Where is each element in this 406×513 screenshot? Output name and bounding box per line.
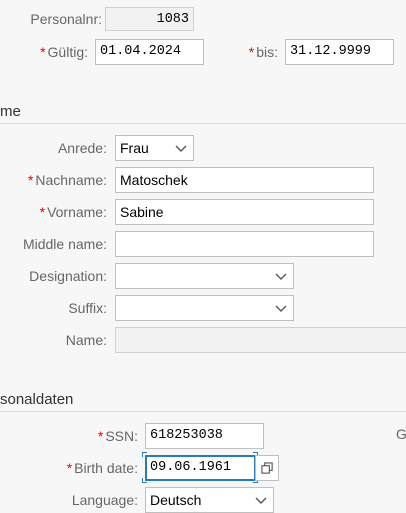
section-divider <box>0 411 406 412</box>
required-marker: * <box>97 428 104 444</box>
first-name-label: * Vorname: <box>39 204 107 220</box>
last-name-input[interactable]: Matoschek <box>115 167 374 193</box>
valid-from-label: * Gültig: <box>40 44 88 60</box>
chevron-down-icon <box>255 497 267 504</box>
section-title-personal-data: sonaldaten <box>0 391 74 408</box>
last-name-label: * Nachname: <box>27 172 107 188</box>
right-column-label: G <box>396 426 406 442</box>
salutation-value: Frau <box>120 140 149 156</box>
full-name-field <box>115 327 406 353</box>
section-divider <box>0 123 406 124</box>
ssn-input[interactable]: 618253038 <box>145 423 264 449</box>
middle-name-label: Middle name: <box>22 236 107 252</box>
personalnr-field: 1083 <box>105 7 194 31</box>
required-marker: * <box>40 44 46 60</box>
value-help-icon <box>261 462 273 474</box>
birth-date-input[interactable]: 09.06.1961 <box>145 455 256 481</box>
language-select[interactable]: Deutsch <box>145 487 274 513</box>
language-label: Language: <box>71 492 138 508</box>
required-marker: * <box>27 172 34 188</box>
ssn-label: * SSN: <box>97 428 138 444</box>
language-value: Deutsch <box>150 492 202 508</box>
valid-to-label: * bis: <box>248 44 278 60</box>
salutation-select[interactable]: Frau <box>115 135 194 161</box>
chevron-down-icon <box>275 273 287 280</box>
suffix-label: Suffix: <box>68 300 107 316</box>
first-name-input[interactable]: Sabine <box>115 199 374 225</box>
valid-to-input[interactable]: 31.12.9999 <box>285 39 394 65</box>
required-marker: * <box>248 44 255 60</box>
full-name-label: Name: <box>65 332 107 348</box>
section-title-name: me <box>0 103 21 120</box>
birth-date-label: * Birth date: <box>66 460 138 476</box>
designation-select[interactable] <box>115 263 294 289</box>
chevron-down-icon <box>175 145 187 152</box>
designation-label: Designation: <box>29 268 107 284</box>
salutation-label: Anrede: <box>57 140 107 156</box>
focus-corner <box>142 478 147 483</box>
required-marker: * <box>39 204 46 220</box>
focus-corner <box>142 452 147 457</box>
middle-name-input[interactable] <box>115 231 374 257</box>
chevron-down-icon <box>275 305 287 312</box>
valid-from-input[interactable]: 01.04.2024 <box>95 39 204 65</box>
required-marker: * <box>66 460 73 476</box>
suffix-select[interactable] <box>115 295 294 321</box>
personalnr-label: Personalnr: <box>30 11 102 27</box>
birth-date-value-help-button[interactable] <box>255 455 279 481</box>
